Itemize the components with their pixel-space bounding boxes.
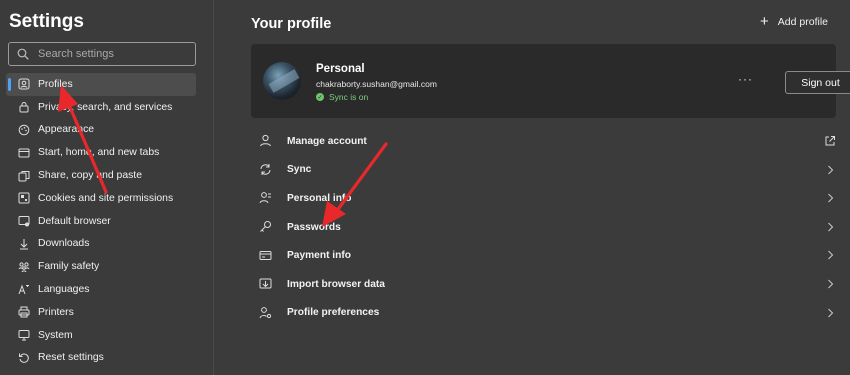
row-manage-account[interactable]: Manage account	[251, 127, 836, 156]
profile-settings-list: Manage account Sync Personal info Passwo…	[251, 127, 836, 327]
cookies-icon	[18, 192, 30, 204]
sidebar-item-cookies[interactable]: Cookies and site permissions	[6, 187, 196, 210]
reset-icon	[18, 352, 30, 364]
sidebar-item-label: Share, copy and paste	[38, 170, 142, 182]
profile-prefs-icon	[259, 306, 273, 320]
chevron-right-icon	[824, 221, 836, 233]
import-icon	[259, 277, 273, 291]
profile-name: Personal	[316, 63, 365, 75]
sidebar-item-label: Downloads	[38, 238, 90, 250]
chevron-right-icon	[824, 192, 836, 204]
sidebar-item-label: Start, home, and new tabs	[38, 147, 160, 159]
browser-icon	[18, 215, 30, 227]
sidebar-item-system[interactable]: System	[6, 324, 196, 347]
profile-main: Your profile + Add profile Personal chak…	[215, 0, 850, 375]
row-sync[interactable]: Sync	[251, 156, 836, 185]
sidebar-item-default-browser[interactable]: Default browser	[6, 210, 196, 233]
system-icon	[18, 329, 30, 341]
sidebar-item-languages[interactable]: Languages	[6, 278, 196, 301]
sidebar-item-reset[interactable]: Reset settings	[6, 347, 196, 370]
sidebar-item-label: Appearance	[38, 124, 95, 136]
row-payment-info[interactable]: Payment info	[251, 241, 836, 270]
more-options-button[interactable]: ···	[738, 72, 753, 86]
row-label: Import browser data	[287, 278, 385, 290]
sidebar-item-label: Family safety	[38, 261, 100, 273]
sidebar-item-label: Languages	[38, 284, 90, 296]
appearance-icon	[18, 124, 30, 136]
sidebar-item-profiles[interactable]: Profiles	[6, 73, 196, 96]
add-profile-label: Add profile	[777, 16, 828, 28]
row-label: Manage account	[287, 135, 367, 147]
lock-icon	[18, 101, 30, 113]
chevron-right-icon	[824, 307, 836, 319]
external-link-icon	[824, 135, 836, 147]
row-personal-info[interactable]: Personal info	[251, 184, 836, 213]
add-profile-button[interactable]: + Add profile	[760, 13, 828, 30]
row-profile-preferences[interactable]: Profile preferences	[251, 299, 836, 328]
search-input[interactable]: Search settings	[8, 42, 196, 66]
sidebar-item-share[interactable]: Share, copy and paste	[6, 164, 196, 187]
avatar	[263, 62, 301, 100]
sync-status: ✓ Sync is on	[316, 92, 368, 102]
search-icon	[17, 48, 29, 60]
plus-icon: +	[760, 13, 769, 30]
sidebar-item-downloads[interactable]: Downloads	[6, 233, 196, 256]
sidebar-item-label: Privacy, search, and services	[38, 101, 173, 113]
share-icon	[18, 170, 30, 182]
sidebar-item-start-home[interactable]: Start, home, and new tabs	[6, 141, 196, 164]
download-icon	[18, 238, 30, 250]
row-label: Passwords	[287, 221, 341, 233]
row-label: Personal info	[287, 192, 352, 204]
sync-icon	[259, 163, 273, 177]
profile-email: chakraborty.sushan@gmail.com	[316, 79, 437, 89]
page-title: Your profile	[251, 16, 332, 32]
sidebar-item-privacy[interactable]: Privacy, search, and services	[6, 96, 196, 119]
row-label: Sync	[287, 164, 312, 176]
printer-icon	[18, 306, 30, 318]
sidebar-item-label: Cookies and site permissions	[38, 192, 174, 204]
sidebar-item-label: Reset settings	[38, 352, 104, 364]
settings-sidebar: Settings Search settings Profiles Privac…	[0, 0, 214, 375]
person-icon	[259, 134, 273, 148]
row-label: Profile preferences	[287, 307, 380, 319]
sidebar-item-label: Profiles	[38, 78, 73, 90]
sign-out-button[interactable]: Sign out	[785, 71, 850, 94]
row-import-browser-data[interactable]: Import browser data	[251, 270, 836, 299]
chevron-right-icon	[824, 249, 836, 261]
sidebar-item-label: System	[38, 329, 73, 341]
sidebar-item-family-safety[interactable]: Family safety	[6, 255, 196, 278]
card-icon	[259, 249, 273, 263]
row-passwords[interactable]: Passwords	[251, 213, 836, 242]
home-tabs-icon	[18, 147, 30, 159]
sidebar-item-appearance[interactable]: Appearance	[6, 119, 196, 142]
sidebar-item-label: Default browser	[38, 215, 111, 227]
chevron-right-icon	[824, 278, 836, 290]
search-placeholder: Search settings	[38, 48, 114, 60]
profile-card: Personal chakraborty.sushan@gmail.com ✓ …	[251, 44, 850, 118]
row-label: Payment info	[287, 250, 351, 262]
settings-title: Settings	[9, 11, 84, 32]
personal-info-icon	[259, 191, 273, 205]
key-icon	[259, 220, 273, 234]
languages-icon	[18, 284, 30, 296]
sidebar-item-label: Printers	[38, 306, 74, 318]
sidebar-nav: Profiles Privacy, search, and services A…	[6, 73, 196, 369]
sidebar-item-printers[interactable]: Printers	[6, 301, 196, 324]
profiles-icon	[18, 78, 30, 90]
chevron-right-icon	[824, 164, 836, 176]
sync-status-label: Sync is on	[329, 92, 369, 102]
check-icon: ✓	[316, 93, 324, 101]
family-icon	[18, 261, 30, 273]
